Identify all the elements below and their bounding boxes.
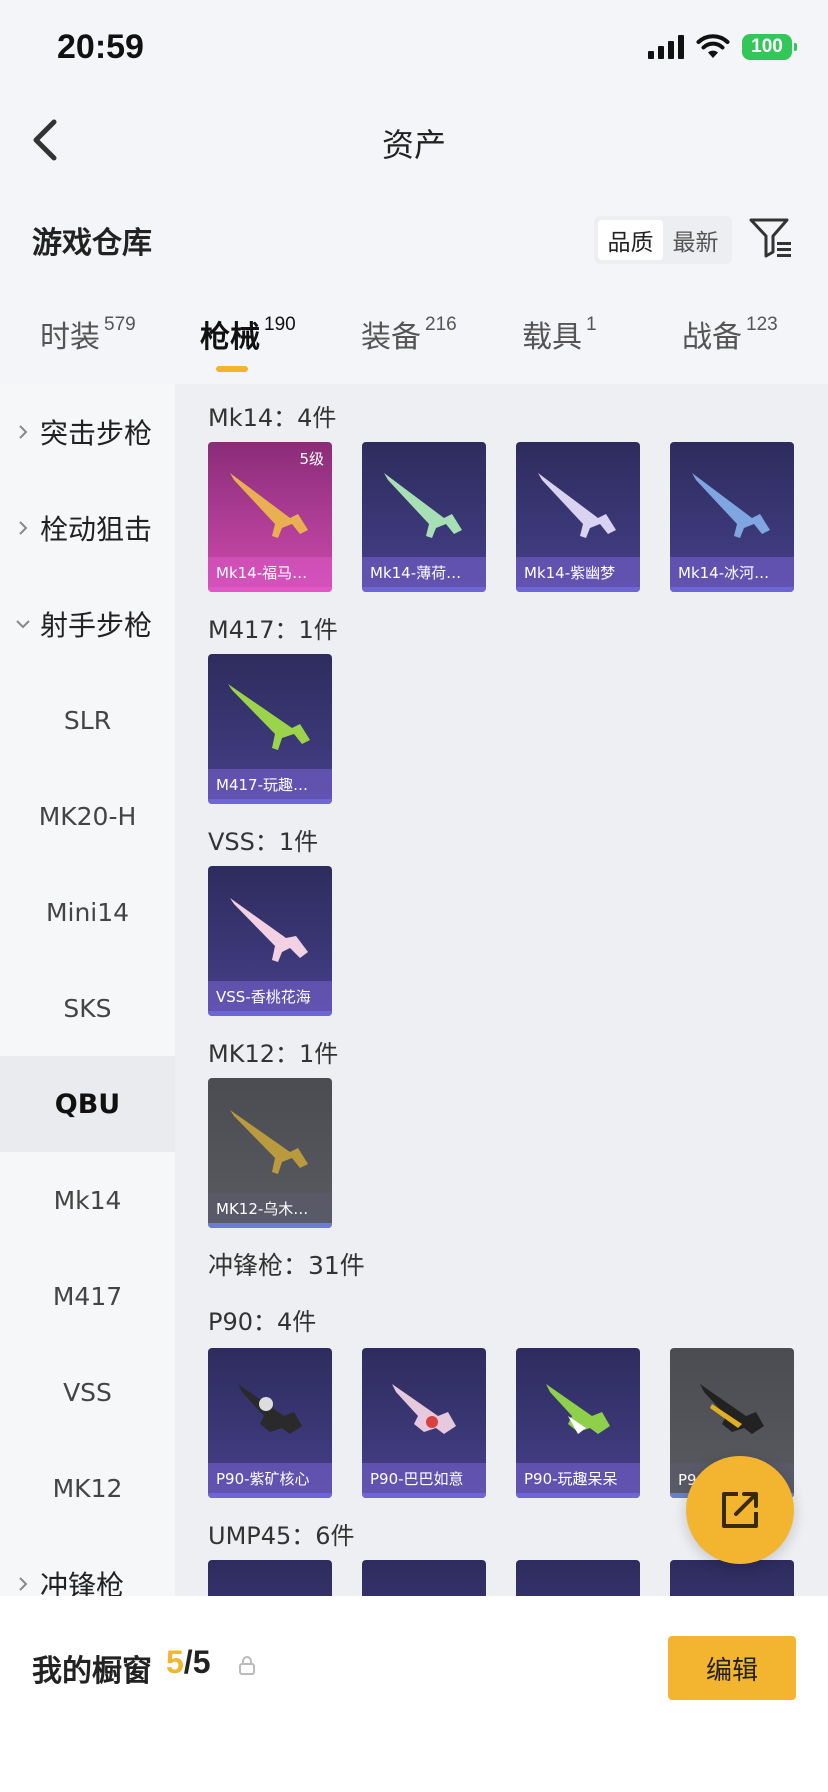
sidebar-group-marksman-rifle[interactable]: 射手步枪 bbox=[0, 576, 175, 672]
item-name: Mk14-紫幽梦 bbox=[524, 564, 616, 582]
item-card[interactable] bbox=[670, 1560, 794, 1596]
showcase-label: 我的橱窗 bbox=[32, 1654, 152, 1689]
sidebar-group-bolt-sniper[interactable]: 栓动狙击 bbox=[0, 480, 175, 576]
item-level-badge: 5级 bbox=[299, 450, 324, 468]
share-button[interactable] bbox=[686, 1456, 794, 1564]
item-name: Mk14-福马… bbox=[216, 564, 308, 582]
item-name: P90-玩趣呆呆 bbox=[524, 1470, 618, 1488]
section-title-ump45: UMP45：6件 bbox=[208, 1522, 355, 1550]
item-card[interactable]: Mk14-薄荷… bbox=[362, 442, 486, 592]
rifle-skin-icon bbox=[230, 898, 308, 962]
item-name: M417-玩趣… bbox=[216, 776, 308, 794]
sidebar-item-mk20h[interactable]: MK20-H bbox=[0, 768, 175, 864]
rifle-skin-icon bbox=[538, 473, 616, 538]
sidebar-item-mini14[interactable]: Mini14 bbox=[0, 864, 175, 960]
section-title-mk12: MK12：1件 bbox=[208, 1040, 339, 1068]
sidebar-group-smg[interactable]: 冲锋枪 bbox=[0, 1536, 175, 1596]
chevron-down-icon bbox=[16, 620, 30, 629]
rifle-skin-icon bbox=[692, 473, 770, 538]
item-name: MK12-乌木… bbox=[216, 1200, 309, 1218]
showcase-panel: 我的橱窗 5/5 编辑 bbox=[0, 1596, 828, 1792]
battery-icon: 100 bbox=[742, 34, 797, 60]
rifle-skin-icon bbox=[230, 1110, 308, 1174]
item-card[interactable] bbox=[208, 1560, 332, 1596]
sidebar-group-assault-rifle[interactable]: 突击步枪 bbox=[0, 384, 175, 480]
edit-button[interactable]: 编辑 bbox=[668, 1636, 796, 1700]
sidebar-item-vss[interactable]: VSS bbox=[0, 1344, 175, 1440]
item-card[interactable]: P90-紫矿核心 bbox=[208, 1348, 332, 1498]
section-title-m417: M417：1件 bbox=[208, 616, 338, 644]
showcase-count: 5/5 bbox=[166, 1644, 211, 1680]
sort-toggle: 品质 最新 bbox=[594, 216, 732, 264]
tab-fashion[interactable]: 时装 579 bbox=[40, 312, 136, 356]
sidebar-item-qbu[interactable]: QBU bbox=[0, 1056, 175, 1152]
tab-vehicles[interactable]: 载具 1 bbox=[522, 312, 597, 356]
status-icons: 100 bbox=[648, 34, 797, 60]
lock-icon bbox=[239, 1656, 255, 1675]
sidebar: 突击步枪 栓动狙击 射手步枪 SLR MK20-H Mini14 SKS QBU… bbox=[0, 384, 175, 1596]
smg-skin-icon bbox=[546, 1384, 610, 1434]
sidebar-item-mk14[interactable]: Mk14 bbox=[0, 1152, 175, 1248]
chevron-right-icon bbox=[19, 521, 28, 535]
category-tabs: 时装 579 枪械 190 装备 216 载具 1 战备 123 bbox=[0, 312, 828, 382]
item-name: P90-紫矿核心 bbox=[216, 1470, 310, 1488]
tab-guns[interactable]: 枪械 190 bbox=[200, 312, 296, 356]
smg-skin-icon bbox=[238, 1384, 302, 1434]
section-title-p90: P90：4件 bbox=[208, 1308, 317, 1336]
smg-skin-icon bbox=[392, 1384, 456, 1434]
section-title-vss: VSS：1件 bbox=[208, 828, 319, 856]
page-title: 资产 bbox=[381, 126, 446, 164]
rifle-skin-icon bbox=[384, 473, 462, 538]
warehouse-title: 游戏仓库 bbox=[32, 226, 152, 261]
filter-icon[interactable] bbox=[748, 216, 794, 260]
item-card[interactable]: M417-玩趣… bbox=[208, 654, 332, 804]
item-name: Mk14-冰河… bbox=[678, 564, 770, 582]
smg-skin-icon bbox=[700, 1384, 764, 1434]
share-external-icon bbox=[722, 1492, 758, 1528]
tab-equipment[interactable]: 装备 216 bbox=[361, 312, 457, 356]
section-title-mk14: Mk14：4件 bbox=[208, 404, 337, 432]
item-card[interactable]: Mk14-紫幽梦 bbox=[516, 442, 640, 592]
item-card[interactable]: 5级 Mk14-福马… bbox=[208, 442, 332, 592]
tab-supplies[interactable]: 战备 123 bbox=[682, 312, 778, 356]
item-name: VSS-香桃花海 bbox=[216, 988, 311, 1006]
rifle-skin-icon bbox=[228, 684, 310, 750]
item-card[interactable]: P90-巴巴如意 bbox=[362, 1348, 486, 1498]
nav-header: 资产 bbox=[0, 100, 828, 180]
item-card[interactable] bbox=[516, 1560, 640, 1596]
signal-icon bbox=[648, 35, 684, 59]
item-name: Mk14-薄荷… bbox=[370, 564, 462, 582]
rifle-skin-icon bbox=[230, 473, 308, 538]
item-card[interactable]: P90-玩趣呆呆 bbox=[516, 1348, 640, 1498]
sidebar-item-slr[interactable]: SLR bbox=[0, 672, 175, 768]
item-card[interactable] bbox=[362, 1560, 486, 1596]
status-time: 20:59 bbox=[57, 28, 144, 66]
tab-indicator bbox=[216, 366, 248, 372]
item-card[interactable]: MK12-乌木… bbox=[208, 1078, 332, 1228]
sidebar-item-mk12[interactable]: MK12 bbox=[0, 1440, 175, 1536]
sort-quality-button[interactable]: 品质 bbox=[598, 220, 663, 260]
item-card[interactable]: Mk14-冰河… bbox=[670, 442, 794, 592]
wifi-icon bbox=[696, 34, 730, 58]
status-bar: 20:59 100 bbox=[0, 0, 828, 100]
chevron-right-icon bbox=[19, 425, 28, 439]
item-card[interactable]: VSS-香桃花海 bbox=[208, 866, 332, 1016]
sidebar-item-m417[interactable]: M417 bbox=[0, 1248, 175, 1344]
section-title-smg: 冲锋枪：31件 bbox=[208, 1251, 365, 1280]
sort-newest-button[interactable]: 最新 bbox=[663, 220, 728, 260]
chevron-right-icon bbox=[19, 1577, 28, 1591]
item-list: Mk14：4件 5级 Mk14-福马… Mk14-薄荷… Mk14-紫幽梦 Mk… bbox=[175, 384, 828, 1596]
sidebar-item-sks[interactable]: SKS bbox=[0, 960, 175, 1056]
item-name: P90-巴巴如意 bbox=[370, 1470, 464, 1488]
